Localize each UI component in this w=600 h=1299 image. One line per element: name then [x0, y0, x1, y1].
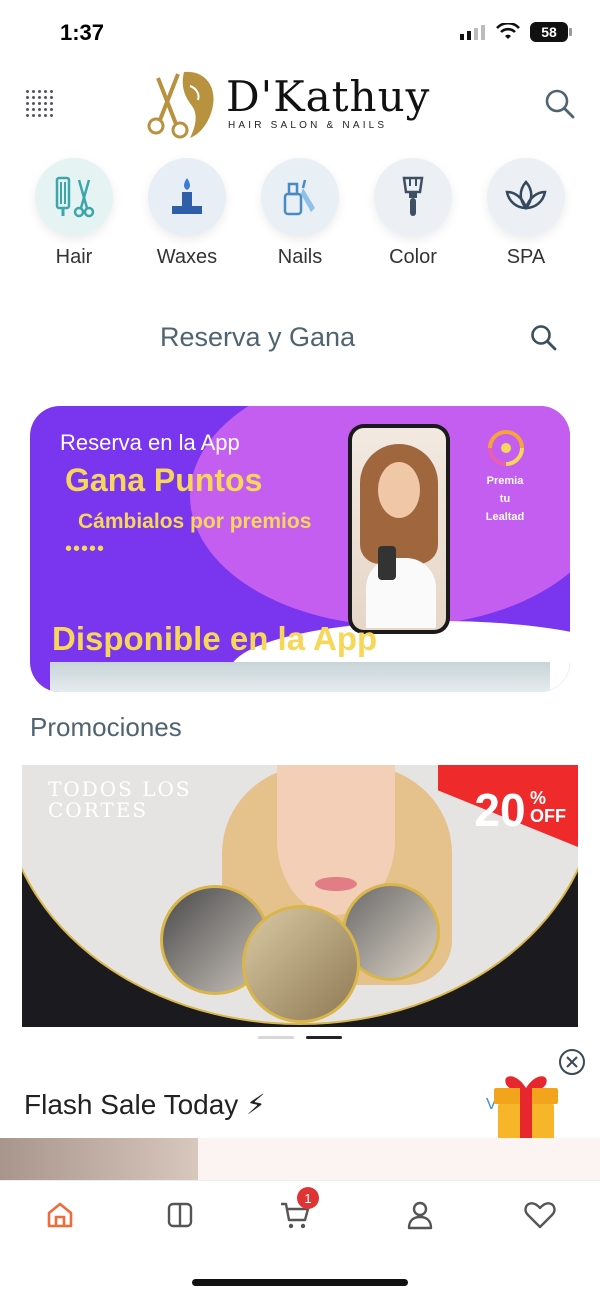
status-icons: 58: [460, 22, 572, 42]
discount-badge: 20 % OFF: [474, 783, 566, 837]
woman-body: [366, 558, 436, 628]
promociones-title: Promociones: [30, 712, 182, 742]
category-spa[interactable]: SPA: [476, 158, 576, 269]
category-hair-circle: [35, 158, 113, 236]
flash-sale-item-image[interactable]: [0, 1138, 198, 1180]
category-waxes-circle: [148, 158, 226, 236]
banner-line-1: Reserva en la App: [60, 430, 240, 455]
close-icon: [566, 1056, 578, 1068]
category-color[interactable]: Color: [363, 158, 463, 269]
reserva-section-header: Reserva y Gana: [0, 320, 600, 360]
discount-number: 20: [474, 784, 526, 836]
promo-photo-hair-cut: [242, 905, 360, 1023]
flash-sale-item-image[interactable]: [198, 1138, 600, 1180]
brand-tagline: HAIR SALON & NAILS: [228, 120, 388, 131]
carousel-pager: [258, 1036, 342, 1039]
cellular-signal-icon: [460, 25, 485, 40]
profile-icon: [407, 1201, 433, 1230]
banner-line-3: Cámbialos por premios: [78, 510, 312, 533]
menu-grid-icon[interactable]: [26, 90, 54, 118]
bottom-navigation: 1: [0, 1180, 600, 1299]
nav-home[interactable]: [30, 1195, 90, 1235]
search-icon: [531, 325, 557, 351]
category-spa-circle: [487, 158, 565, 236]
phone-screen: [352, 428, 446, 630]
loyalty-banner[interactable]: Reserva en la App Gana Puntos Cámbialos …: [30, 406, 570, 692]
category-list: Hair Waxes Nails Color SPA: [0, 158, 600, 278]
nav-catalog[interactable]: [150, 1195, 210, 1235]
close-gift-button[interactable]: [559, 1049, 585, 1075]
brand-logo: D'Kathuy HAIR SALON & NAILS: [146, 66, 456, 144]
category-color-circle: [374, 158, 452, 236]
home-icon: [47, 1202, 73, 1228]
nav-profile[interactable]: [390, 1195, 450, 1235]
banner-line-2: Gana Puntos: [65, 462, 263, 498]
nail-polish-icon: [283, 179, 315, 216]
status-time: 1:37: [60, 20, 105, 45]
discount-percent: % OFF: [530, 789, 566, 825]
promo-card-title: TODOS LOS CORTES: [48, 777, 192, 822]
pager-dot[interactable]: [258, 1036, 294, 1039]
app-header: D'Kathuy HAIR SALON & NAILS: [0, 64, 600, 144]
home-indicator: [192, 1279, 408, 1286]
banner-dots: •••••: [65, 538, 106, 560]
wifi-icon: [496, 23, 520, 39]
battery-icon: 58: [530, 22, 572, 42]
banner-line-4: Disponible en la App: [52, 620, 378, 657]
dye-brush-icon: [402, 176, 424, 216]
status-bar: 1:37 58: [0, 0, 600, 64]
hair-tools-icon: [55, 176, 95, 218]
flash-sale-title: Flash Sale Today ⚡: [24, 1089, 266, 1120]
cart-count-badge: 1: [297, 1187, 319, 1209]
nav-favorites[interactable]: [510, 1195, 570, 1235]
search-icon: [545, 89, 575, 119]
category-hair-label: Hair: [55, 246, 93, 268]
handheld-phone: [378, 546, 396, 580]
category-spa-label: SPA: [506, 246, 546, 268]
category-nails-label: Nails: [277, 246, 323, 268]
category-nails-circle: [261, 158, 339, 236]
premia-line-3: Lealtad: [485, 511, 525, 523]
discount-percent-sign: %: [530, 788, 547, 808]
reserva-search-button[interactable]: [530, 324, 558, 357]
header-search-button[interactable]: [544, 88, 576, 125]
category-nails[interactable]: Nails: [250, 158, 350, 269]
scissors-logo-icon: [147, 71, 214, 139]
heart-icon: [524, 1202, 556, 1229]
woman-face: [378, 462, 420, 518]
banner-photo-strip: [50, 662, 550, 692]
discount-off: OFF: [530, 806, 566, 826]
premia-line-2: tu: [499, 493, 511, 505]
reserva-title: Reserva y Gana: [160, 322, 356, 352]
brand-name: D'Kathuy: [226, 72, 431, 121]
phone-illustration: [348, 424, 450, 634]
category-color-label: Color: [389, 246, 437, 268]
nav-cart[interactable]: 1: [265, 1187, 325, 1235]
premia-line-1: Premia: [486, 475, 524, 487]
catalog-icon: [167, 1202, 193, 1228]
category-waxes[interactable]: Waxes: [137, 158, 237, 269]
lotus-icon: [505, 180, 547, 210]
model-lips: [315, 877, 357, 891]
candle-icon: [172, 178, 202, 214]
premia-text: Premia tu Lealtad: [480, 472, 530, 526]
category-hair[interactable]: Hair: [24, 158, 124, 269]
promo-card[interactable]: TODOS LOS CORTES 20 % OFF: [22, 765, 578, 1027]
category-waxes-label: Waxes: [156, 246, 218, 268]
premia-logo-icon: [488, 430, 524, 466]
pager-dot-active[interactable]: [306, 1036, 342, 1039]
